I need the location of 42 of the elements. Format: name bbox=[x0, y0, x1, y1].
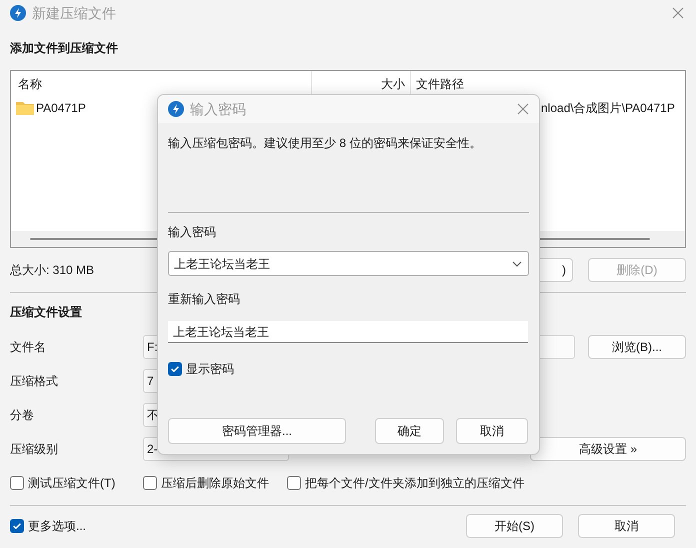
checkmark-icon bbox=[13, 523, 21, 529]
field-label: 输入密码 bbox=[168, 224, 216, 241]
checkbox-label[interactable]: 更多选项... bbox=[28, 517, 86, 535]
password-combo-field[interactable]: 上老王论坛当老王 bbox=[168, 251, 529, 276]
folder-icon bbox=[16, 101, 34, 115]
dialog-message: 输入压缩包密码。建议使用至少 8 位的密码来保证安全性。 bbox=[168, 135, 482, 152]
dialog-title: 输入密码 bbox=[190, 100, 246, 118]
ok-button[interactable]: 确定 bbox=[375, 418, 444, 444]
field-label: 压缩级别 bbox=[10, 441, 59, 458]
file-path: nload\合成图片\PA0471P bbox=[541, 100, 675, 117]
checkbox[interactable] bbox=[10, 476, 24, 490]
field-label: 重新输入密码 bbox=[168, 290, 240, 308]
start-button[interactable]: 开始(S) bbox=[466, 514, 563, 538]
app-logo-icon bbox=[10, 5, 26, 21]
cancel-button[interactable]: 取消 bbox=[578, 514, 675, 538]
checkbox[interactable] bbox=[168, 362, 182, 376]
checkbox-label[interactable]: 显示密码 bbox=[186, 360, 234, 378]
browse-button[interactable]: 浏览(B)... bbox=[588, 335, 686, 359]
column-header[interactable]: 文件路径 bbox=[411, 71, 685, 97]
section-heading: 压缩文件设置 bbox=[10, 304, 82, 320]
section-heading: 添加文件到压缩文件 bbox=[10, 40, 118, 57]
chevron-icon bbox=[512, 260, 522, 266]
checkmark-icon bbox=[171, 366, 179, 372]
checkbox-label[interactable]: 测试压缩文件(T) bbox=[28, 474, 116, 492]
field-label: 文件名 bbox=[10, 339, 47, 356]
checkbox-label[interactable]: 把每个文件/文件夹添加到独立的压缩文件 bbox=[305, 474, 524, 492]
total-size: 总大小: 310 MB bbox=[10, 262, 94, 279]
confirm-password-field[interactable]: 上老王论坛当老王 bbox=[168, 321, 528, 343]
checkbox-label[interactable]: 压缩后删除原始文件 bbox=[161, 474, 269, 492]
checkbox[interactable] bbox=[287, 476, 301, 490]
cancel-button[interactable]: 取消 bbox=[456, 418, 528, 444]
advanced-settings-button[interactable]: 高级设置 » bbox=[530, 437, 686, 461]
file-name[interactable]: PA0471P bbox=[36, 99, 86, 117]
app-logo-icon bbox=[168, 101, 184, 117]
field-label: 分卷 bbox=[10, 407, 35, 424]
password-manager-button[interactable]: 密码管理器... bbox=[168, 418, 346, 444]
close-icon[interactable] bbox=[672, 7, 684, 19]
window-title: 新建压缩文件 bbox=[32, 4, 116, 22]
close-icon[interactable] bbox=[517, 103, 529, 115]
checkbox[interactable] bbox=[10, 519, 24, 533]
field-label: 压缩格式 bbox=[10, 373, 59, 390]
checkbox[interactable] bbox=[143, 476, 157, 490]
